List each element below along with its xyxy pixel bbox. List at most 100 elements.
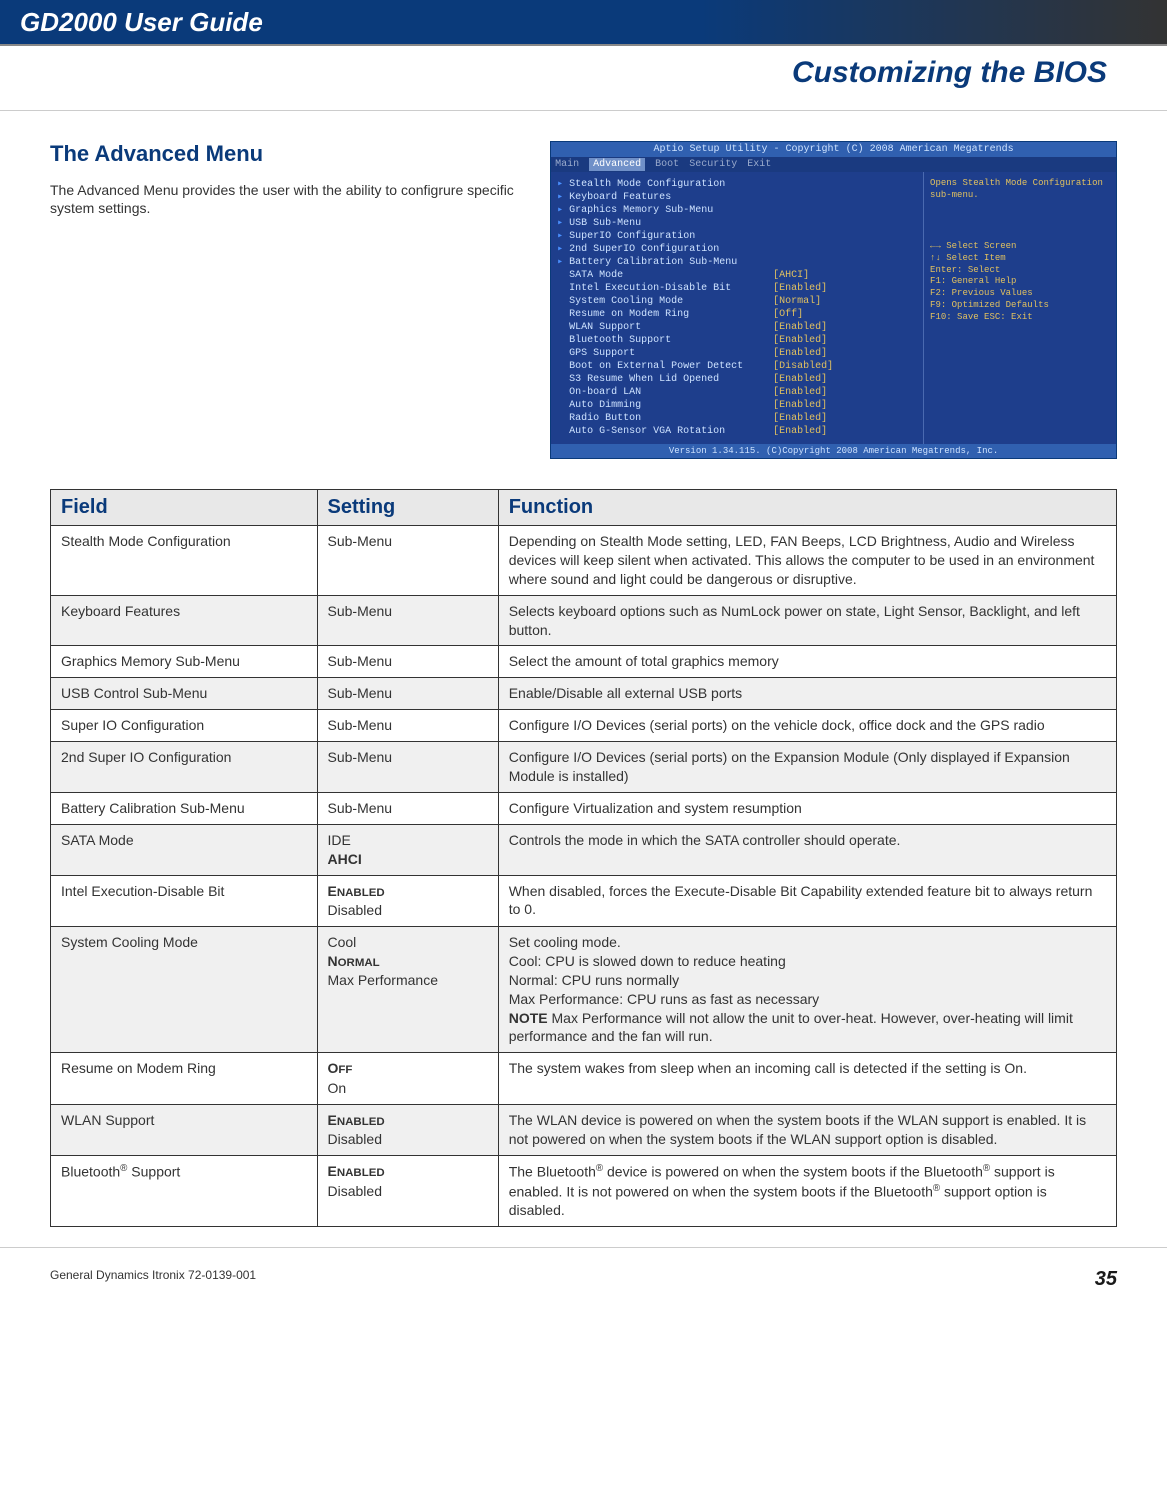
- bios-row: Graphics Memory Sub-Menu: [557, 204, 917, 217]
- setting-option: On: [328, 1079, 488, 1098]
- cell-function: Set cooling mode.Cool: CPU is slowed dow…: [498, 926, 1116, 1052]
- bios-row-value: [Normal]: [773, 295, 917, 308]
- bios-row-name: Auto Dimming: [557, 399, 773, 412]
- bios-row-name: Bluetooth Support: [557, 334, 773, 347]
- table-row: 2nd Super IO Configuration Sub-Menu Config…: [51, 742, 1117, 793]
- th-setting: Setting: [317, 490, 498, 526]
- cell-setting: CoolNORMALMax Performance: [317, 926, 498, 1052]
- table-row: Resume on Modem RingOFFOnThe system wake…: [51, 1053, 1117, 1104]
- bios-row-value: [773, 204, 917, 217]
- bios-row-name: Boot on External Power Detect: [557, 360, 773, 373]
- setting-option: Disabled: [328, 1182, 488, 1201]
- bios-row-name: SATA Mode: [557, 269, 773, 282]
- bios-row-value: [Enabled]: [773, 321, 917, 334]
- bios-row-value: [773, 256, 917, 269]
- cell-setting: Sub-Menu: [317, 646, 498, 678]
- bios-row-value: [773, 230, 917, 243]
- cell-field: SATA Mode: [51, 824, 318, 875]
- bios-row: SuperIO Configuration: [557, 230, 917, 243]
- guide-title: GD2000 User Guide: [20, 7, 263, 38]
- bios-menu-advanced: Advanced: [589, 158, 645, 171]
- bios-help-key: F10: Save ESC: Exit: [930, 312, 1110, 324]
- bios-body-left: Stealth Mode ConfigurationKeyboard Featu…: [551, 172, 923, 444]
- bios-help-key: Enter: Select: [930, 265, 1110, 277]
- bios-row: Stealth Mode Configuration: [557, 178, 917, 191]
- bios-row: USB Sub-Menu: [557, 217, 917, 230]
- setting-option: Sub-Menu: [328, 684, 488, 703]
- setting-option: Cool: [328, 933, 488, 952]
- bios-row: 2nd SuperIO Configuration: [557, 243, 917, 256]
- page-footer: General Dynamics Itronix 72-0139-001 35: [0, 1247, 1167, 1311]
- bios-row-name: On-board LAN: [557, 386, 773, 399]
- bios-row-name: Keyboard Features: [557, 191, 773, 204]
- cell-setting: Sub-Menu: [317, 678, 498, 710]
- cell-field: Resume on Modem Ring: [51, 1053, 318, 1104]
- cell-function: Configure I/O Devices (serial ports) on …: [498, 742, 1116, 793]
- cell-function: Configure Virtualization and system resu…: [498, 792, 1116, 824]
- footer-left: General Dynamics Itronix 72-0139-001: [50, 1268, 256, 1291]
- cell-function: The Bluetooth® device is powered on when…: [498, 1156, 1116, 1227]
- bios-row: Auto Dimming[Enabled]: [557, 399, 917, 412]
- bios-menu-main: Main: [555, 159, 579, 170]
- th-field: Field: [51, 490, 318, 526]
- bios-row: SATA Mode[AHCI]: [557, 269, 917, 282]
- bios-help-key: ←→ Select Screen: [930, 241, 1110, 253]
- setting-option: Sub-Menu: [328, 532, 488, 551]
- cell-function: Enable/Disable all external USB ports: [498, 678, 1116, 710]
- header-band: GD2000 User Guide: [0, 0, 1167, 46]
- setting-option: Sub-Menu: [328, 748, 488, 767]
- setting-option: Sub-Menu: [328, 652, 488, 671]
- cell-field: Graphics Memory Sub-Menu: [51, 646, 318, 678]
- bios-help-text: Opens Stealth Mode Configuration sub-men…: [930, 178, 1110, 201]
- bios-row-value: [Enabled]: [773, 399, 917, 412]
- bios-row-name: Radio Button: [557, 412, 773, 425]
- th-function: Function: [498, 490, 1116, 526]
- bios-row-value: [AHCI]: [773, 269, 917, 282]
- bios-row-value: [Enabled]: [773, 334, 917, 347]
- bios-row: Bluetooth Support[Enabled]: [557, 334, 917, 347]
- bios-help-key: F1: General Help: [930, 276, 1110, 288]
- bios-menu-bar: MainAdvancedBootSecurityExit: [551, 157, 1116, 172]
- table-row: Graphics Memory Sub-Menu Sub-Menu Select t…: [51, 646, 1117, 678]
- cell-function: Depending on Stealth Mode setting, LED, …: [498, 526, 1116, 596]
- setting-option: IDE: [328, 831, 488, 850]
- table-row: SATA ModeIDEAHCIControls the mode in whi…: [51, 824, 1117, 875]
- cell-setting: OFFOn: [317, 1053, 498, 1104]
- page-number: 35: [1095, 1268, 1117, 1291]
- cell-field: Stealth Mode Configuration: [51, 526, 318, 596]
- subheader: Customizing the BIOS: [0, 46, 1167, 111]
- bios-row-name: Stealth Mode Configuration: [557, 178, 773, 191]
- setting-option: ENABLED: [328, 1162, 488, 1182]
- table-row: Stealth Mode Configuration Sub-Menu Depend…: [51, 526, 1117, 596]
- table-row: Intel Execution-Disable BitENABLEDDisabl…: [51, 875, 1117, 926]
- bios-row-name: USB Sub-Menu: [557, 217, 773, 230]
- advanced-menu-heading: The Advanced Menu: [50, 141, 530, 167]
- cell-field: 2nd Super IO Configuration: [51, 742, 318, 793]
- bios-row-name: Battery Calibration Sub-Menu: [557, 256, 773, 269]
- bios-row-value: [773, 217, 917, 230]
- setting-option: Max Performance: [328, 971, 488, 990]
- cell-function: The WLAN device is powered on when the s…: [498, 1104, 1116, 1155]
- table-row: Keyboard FeaturesSub-MenuSelects keyboar…: [51, 595, 1117, 646]
- table-row: Bluetooth® SupportENABLEDDisabledThe Blu…: [51, 1156, 1117, 1227]
- bios-row: Resume on Modem Ring[Off]: [557, 308, 917, 321]
- bios-row-value: [Disabled]: [773, 360, 917, 373]
- bios-screenshot: Aptio Setup Utility - Copyright (C) 2008…: [550, 141, 1117, 459]
- advanced-menu-body: The Advanced Menu provides the user with…: [50, 181, 530, 217]
- bios-row-value: [Enabled]: [773, 425, 917, 438]
- bios-row: WLAN Support[Enabled]: [557, 321, 917, 334]
- cell-function: When disabled, forces the Execute-Disabl…: [498, 875, 1116, 926]
- bios-row-value: [773, 191, 917, 204]
- setting-option: Sub-Menu: [328, 602, 488, 621]
- bios-row-name: WLAN Support: [557, 321, 773, 334]
- bios-row: Battery Calibration Sub-Menu: [557, 256, 917, 269]
- bios-row-name: Auto G-Sensor VGA Rotation: [557, 425, 773, 438]
- cell-function: Select the amount of total graphics memo…: [498, 646, 1116, 678]
- cell-setting: ENABLEDDisabled: [317, 1104, 498, 1155]
- setting-option: Sub-Menu: [328, 799, 488, 818]
- bios-row-value: [Enabled]: [773, 386, 917, 399]
- cell-field: Battery Calibration Sub-Menu: [51, 792, 318, 824]
- bios-row: Radio Button[Enabled]: [557, 412, 917, 425]
- bios-help-key: F2: Previous Values: [930, 288, 1110, 300]
- cell-field: WLAN Support: [51, 1104, 318, 1155]
